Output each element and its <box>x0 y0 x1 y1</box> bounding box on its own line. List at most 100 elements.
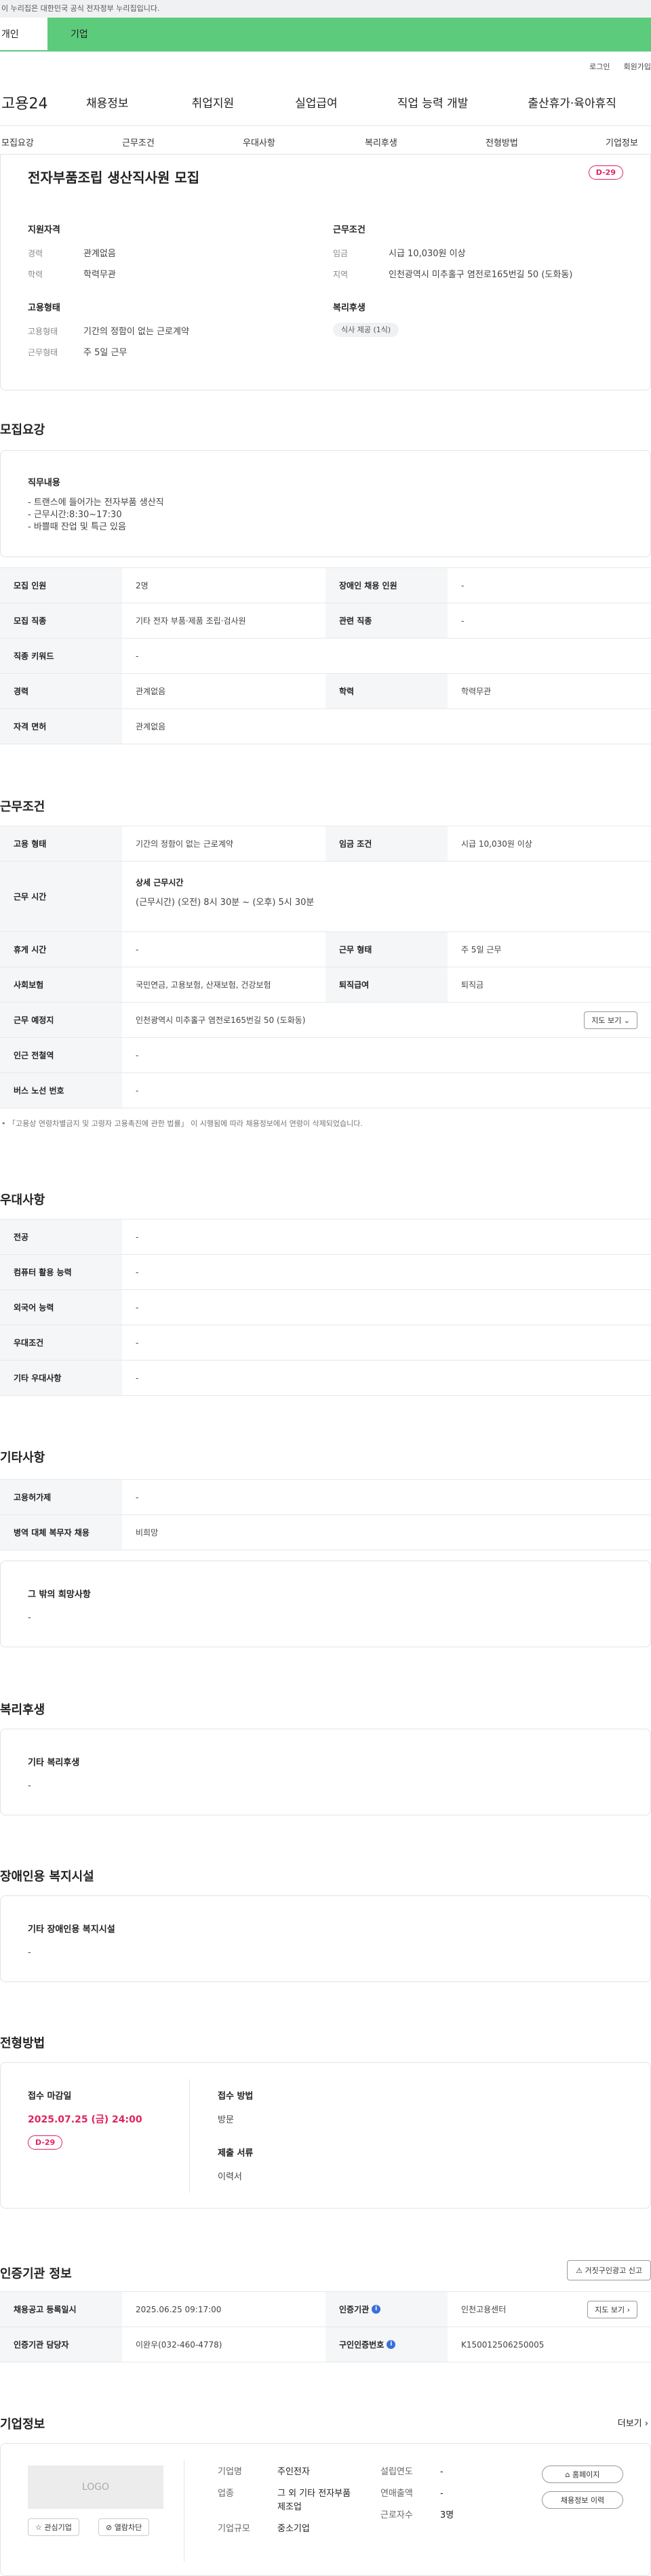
cond-title: 근무조건 <box>333 225 366 235</box>
more-label: 더보기 <box>617 2419 642 2429</box>
duty-line: - 바쁠때 잔업 및 특근 있음 <box>28 522 126 532</box>
company-size-value: 중소기업 <box>277 2524 310 2534</box>
table-row: 경력 관계없음 학력 학력무관 <box>0 674 651 709</box>
th-rest: 휴게 시간 <box>0 932 122 967</box>
chevron-right-icon: › <box>644 2419 648 2429</box>
wage-label: 임금 <box>333 249 349 258</box>
td-emp-type: 기간의 정함이 없는 근로계약 <box>136 839 233 849</box>
table-row: 기타 우대사항 - <box>0 1361 651 1396</box>
favorite-company-button[interactable]: ☆ 관심기업 <box>28 2518 79 2536</box>
homepage-button[interactable]: ⌂ 홈페이지 <box>542 2466 623 2483</box>
job-title: 전자부품조립 생산직사원 모집 <box>28 169 200 186</box>
area-value: 인천광역시 미추홀구 염전로165번길 50 (도화동) <box>389 270 573 280</box>
td-workplace: 인천광역시 미추홀구 염전로165번길 50 (도화동) <box>136 1015 306 1025</box>
table-row: 사회보험 국민연금, 고용보험, 산재보험, 건강보험 퇴직급여 퇴직금 <box>0 967 651 1003</box>
company-more-link[interactable]: 더보기 › <box>618 2416 648 2429</box>
th-education: 학력 <box>326 674 448 708</box>
nav-unemployment[interactable]: 실업급여 <box>295 94 338 110</box>
td-keyword: - <box>136 651 139 661</box>
nav-parental-leave[interactable]: 출산휴가·육아휴직 <box>528 94 616 110</box>
deadline-value: 2025.07.25 (금) 24:00 <box>28 2114 142 2125</box>
tab-company[interactable]: 기업 <box>47 18 651 52</box>
table-row: 인근 전철역 - <box>0 1038 651 1073</box>
table-row: 인증기관 담당자 이완우(032-460-4778) 구인인증번호 i K1500125… <box>0 2327 651 2362</box>
sales-value: - <box>440 2489 443 2499</box>
cert-heading: 인증기관 정보 <box>0 2267 72 2281</box>
tab-recruit[interactable]: 모집요강 <box>1 136 34 148</box>
tab-work[interactable]: 근무조건 <box>122 136 155 148</box>
table-row: 병역 대체 복무자 채용 비희망 <box>0 1515 651 1550</box>
th-work-time: 근무 시간 <box>0 862 122 931</box>
top-tabs: 개인 기업 <box>0 18 651 52</box>
th-career: 경력 <box>0 674 122 708</box>
work-heading: 근무조건 <box>0 800 45 814</box>
docs-label: 제출 서류 <box>218 2148 254 2158</box>
career-label: 경력 <box>28 249 43 258</box>
nav-employment-support[interactable]: 취업지원 <box>192 94 235 110</box>
age-footnote: 「고용상 연령차별금지 및 고령자 고용촉진에 관한 법률」 이 시행됨에 따라… <box>8 1119 363 1128</box>
th-station: 인근 전철역 <box>0 1038 122 1072</box>
th-bus: 버스 노선 번호 <box>0 1073 122 1108</box>
block-icon: ⊘ <box>106 2523 113 2532</box>
td-cert-num: K150012506250005 <box>461 2339 545 2350</box>
th-related-job: 관련 직종 <box>326 603 448 638</box>
th-headcount: 모집 인원 <box>0 568 122 603</box>
tab-welfare[interactable]: 복리후생 <box>365 136 397 148</box>
deadline-label: 접수 마감일 <box>28 2091 72 2101</box>
td-work-form: 주 5일 근무 <box>461 945 502 954</box>
tab-pref[interactable]: 우대사항 <box>243 136 275 148</box>
tab-company-info[interactable]: 기업정보 <box>606 136 638 148</box>
table-row: 근무 예정지 인천광역시 미추홀구 염전로165번길 50 (도화동) 지도 보기 … <box>0 1003 651 1038</box>
td-permit: - <box>136 1492 139 1502</box>
report-ad-button[interactable]: ⚠ 거짓구인광고 신고 <box>567 2260 651 2280</box>
disabled-card: 기타 장애인용 복지시설 - <box>0 1895 651 1982</box>
method-label: 접수 방법 <box>218 2091 254 2101</box>
job-history-button[interactable]: 채용정보 이력 <box>542 2491 623 2509</box>
work-time-title: 상세 근무시간 <box>136 878 184 887</box>
block-label: 열람차단 <box>114 2523 142 2532</box>
th-pref-etc: 기타 우대사항 <box>0 1361 122 1395</box>
th-permit: 고용허가제 <box>0 1480 122 1514</box>
cert-map-button[interactable]: 지도 보기 › <box>587 2300 637 2318</box>
block-company-button[interactable]: ⊘ 열람차단 <box>98 2518 150 2536</box>
qual-title: 지원자격 <box>28 225 60 235</box>
signup-link[interactable]: 회원가입 <box>624 62 651 71</box>
nav-training[interactable]: 직업 능력 개발 <box>397 94 469 110</box>
company-heading: 기업정보 <box>0 2417 45 2432</box>
td-manager: 이완우(032-460-4778) <box>136 2340 222 2350</box>
emptype-label: 고용형태 <box>28 327 58 336</box>
info-icon[interactable]: i <box>387 2340 396 2349</box>
td-disabled-count: - <box>461 580 465 590</box>
workform-value: 주 5일 근무 <box>83 348 127 358</box>
tab-selection[interactable]: 전형방법 <box>486 136 518 148</box>
etc-heading: 기타사항 <box>0 1451 45 1465</box>
th-military: 병역 대체 복무자 채용 <box>0 1515 122 1550</box>
founded-label: 설립연도 <box>380 2467 413 2477</box>
job-summary-card: 전자부품조립 생산직사원 모집 D-29 지원자격 경력 관계없음 학력 학력무관 … <box>0 155 651 390</box>
th-emp-type: 고용 형태 <box>0 826 122 861</box>
table-row: 전공 - <box>0 1220 651 1255</box>
career-value: 관계없음 <box>83 249 116 259</box>
cond-block: 근무조건 임금 시급 10,030원 이상 지역 인천광역시 미추홀구 염전로165… <box>333 222 631 337</box>
map-button[interactable]: 지도 보기 ⌄ <box>584 1011 637 1029</box>
table-row: 우대조건 - <box>0 1325 651 1361</box>
section-tabs: 모집요강 근무조건 우대사항 복리후생 전형방법 기업정보 <box>0 126 651 155</box>
disabled-heading: 장애인용 복지시설 <box>0 1870 94 1884</box>
deadline-dday-badge: D-29 <box>28 2135 63 2150</box>
nav-jobs[interactable]: 채용정보 <box>86 94 129 110</box>
edu-label: 학력 <box>28 270 43 279</box>
company-size-label: 기업규모 <box>218 2524 250 2534</box>
selection-card: 접수 마감일 2025.07.25 (금) 24:00 D-29 접수 방법 방… <box>0 2062 651 2209</box>
login-link[interactable]: 로그인 <box>589 62 610 71</box>
tab-personal[interactable]: 개인 <box>0 18 47 52</box>
site-logo[interactable]: 고용24 <box>0 92 85 113</box>
map-button-label: 지도 보기 <box>591 1015 622 1025</box>
company-logo: LOGO <box>28 2466 163 2509</box>
th-wage: 임금 조건 <box>326 826 448 861</box>
info-icon[interactable]: i <box>372 2305 381 2314</box>
td-related-job: - <box>461 616 465 626</box>
wish-card: 그 밖의 희망사항 - <box>0 1561 651 1647</box>
th-workplace: 근무 예정지 <box>0 1003 122 1037</box>
duty-title: 직무내용 <box>28 478 60 488</box>
recruit-table: 모집 인원 2명 장애인 채용 인원 - 모집 직종 기타 전자 부품·제품 조립·검사… <box>0 567 651 744</box>
